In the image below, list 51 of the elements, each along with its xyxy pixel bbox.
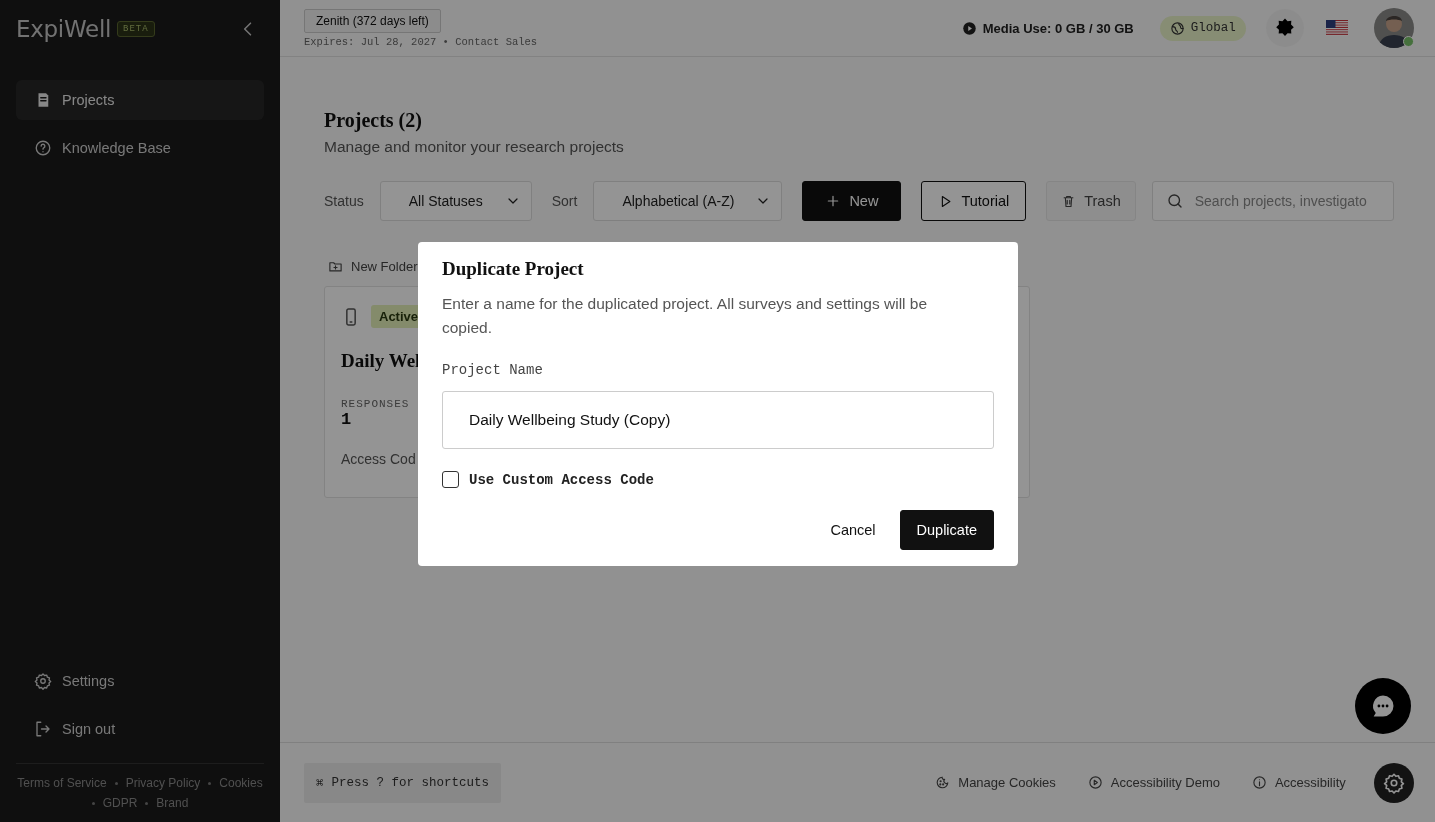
filter-label: Sort: [551, 193, 578, 209]
checkbox-label: Use Custom Access Code: [469, 471, 654, 488]
plan-button[interactable]: Zenith (372 days left): [304, 8, 441, 33]
expiry-text: Expires: Jul 28, 2027 • Contact Sales: [304, 35, 538, 48]
avatar[interactable]: [1373, 8, 1414, 48]
logo: ExpiWell: [16, 15, 112, 42]
dialog-description: Enter a name for the duplicated project. All surveys and settings will be copied.: [442, 294, 929, 338]
filter-label: Status: [324, 193, 364, 209]
checkbox[interactable]: [442, 471, 459, 488]
theme-button[interactable]: [1265, 9, 1304, 47]
folder-plus-icon: [328, 259, 343, 274]
footer-link[interactable]: Accessibility Demo: [1087, 775, 1220, 790]
project-name-field[interactable]: Daily Wellbeing Study (Copy): [442, 391, 994, 449]
nav-item[interactable]: Settings: [16, 661, 264, 701]
action-button[interactable]: Tutorial: [921, 181, 1027, 221]
region-button[interactable]: Global: [1159, 15, 1246, 41]
page-title: Projects (2): [324, 109, 423, 132]
nav-item[interactable]: Sign out: [16, 709, 264, 749]
settings-icon: [34, 672, 52, 690]
field-label: Project Name: [442, 362, 544, 378]
action-button[interactable]: Trash: [1046, 181, 1136, 221]
nav-item[interactable]: Knowledge Base: [16, 128, 264, 168]
stat-label: RESPONSES: [341, 398, 410, 410]
action-button[interactable]: New: [802, 181, 902, 221]
shortcut-hint[interactable]: ⌘ Press ? for shortcuts: [304, 762, 502, 803]
command-key: ⌘: [316, 774, 324, 791]
help-icon: [34, 139, 52, 157]
globe-icon: [1169, 20, 1185, 36]
shortcut-text: Press ? for shortcuts: [331, 775, 490, 790]
search-field[interactable]: Search projects, investigato: [1151, 181, 1394, 221]
gear-icon: [1382, 771, 1405, 794]
flag-icon[interactable]: [1325, 20, 1348, 36]
footer-link[interactable]: Manage Cookies: [935, 775, 1056, 790]
dialog-button[interactable]: Duplicate: [899, 510, 994, 550]
play-circle-icon: [961, 20, 977, 36]
nav-item[interactable]: Projects: [16, 80, 264, 120]
page-subtitle: Manage and monitor your research projects: [324, 138, 625, 156]
footer-link[interactable]: Accessibility: [1251, 775, 1346, 790]
filter-dropdown[interactable]: Alphabetical (A-Z): [593, 181, 783, 221]
dialog-title: Duplicate Project: [442, 258, 585, 280]
info-icon: [1251, 775, 1267, 790]
sign-out-icon: [34, 720, 52, 738]
beta-badge: BETA: [117, 20, 155, 37]
settings-button[interactable]: [1373, 762, 1414, 803]
media-usage: Media Use: 0 GB / 30 GB: [982, 20, 1134, 36]
filter-dropdown[interactable]: All Statuses: [379, 181, 532, 221]
cookie-icon: [935, 775, 951, 790]
stat-value: 1: [341, 410, 352, 429]
access-code-label: Access Cod: [341, 451, 416, 467]
play-circle-icon: [1087, 775, 1103, 790]
new-folder-button[interactable]: New Folder: [324, 259, 422, 274]
